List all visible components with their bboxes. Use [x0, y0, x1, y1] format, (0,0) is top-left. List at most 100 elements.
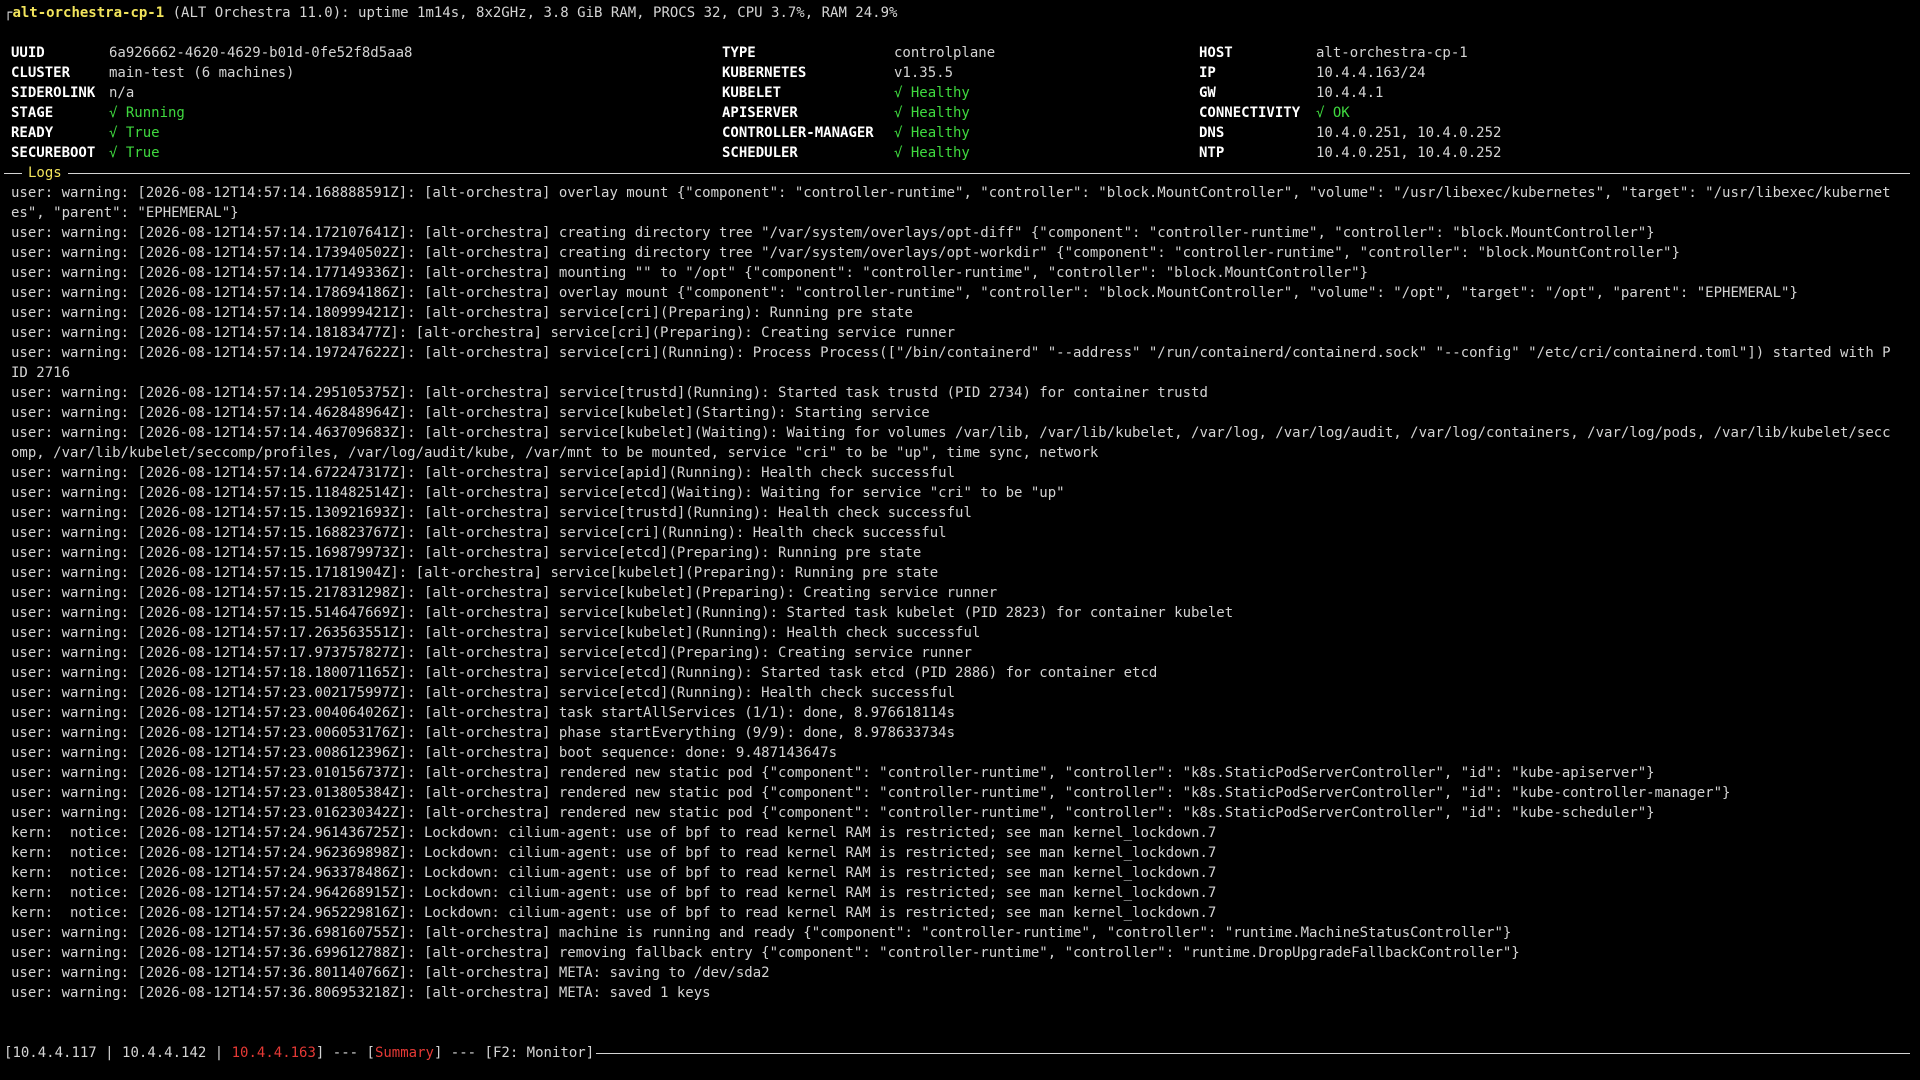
node-tab-10-4-4-117[interactable]: 10.4.4.117	[12, 1043, 96, 1063]
summary-row-uuid: UUID 6a926662-4620-4629-b01d-0fe52f8d5aa8	[11, 43, 412, 63]
summary-row-ntp: NTP 10.4.0.251, 10.4.0.252	[1199, 143, 1501, 163]
node-details: (ALT Orchestra 11.0): uptime 1m14s, 8x2G…	[164, 5, 898, 21]
log-line: user: warning: [2026-08-12T14:57:14.1688…	[11, 185, 1891, 221]
summary-label: STAGE	[11, 105, 54, 121]
summary-value: v1.35.5	[894, 65, 954, 81]
log-line: user: warning: [2026-08-12T14:57:14.1809…	[11, 305, 913, 321]
log-line: user: warning: [2026-08-12T14:57:23.0138…	[11, 785, 1731, 801]
footer-pipe: |	[206, 1045, 232, 1061]
footer-separator: --- [	[324, 1045, 375, 1061]
tab-monitor[interactable]: F2: Monitor	[493, 1043, 586, 1063]
summary-value: 6a926662-4620-4629-b01d-0fe52f8d5aa8	[109, 45, 413, 61]
log-line: user: warning: [2026-08-12T14:57:17.9737…	[11, 645, 972, 661]
log-line: kern: notice: [2026-08-12T14:57:24.96236…	[11, 845, 1217, 861]
log-line: user: warning: [2026-08-12T14:57:36.6981…	[11, 925, 1512, 941]
log-line: user: warning: [2026-08-12T14:57:36.8011…	[11, 965, 770, 981]
footer-bracket: ]	[315, 1045, 325, 1061]
summary-row-siderolink: SIDEROLINK n/a	[11, 83, 412, 103]
summary-column-kubernetes: TYPE controlplane KUBERNETES v1.35.5 KUBELET…	[722, 43, 995, 163]
footer-bracket: [	[4, 1045, 13, 1061]
summary-value: √ Healthy	[894, 125, 970, 141]
summary-value: 10.4.0.251, 10.4.0.252	[1316, 125, 1502, 141]
summary-row-secureboot: SECUREBOOT √ True	[11, 143, 412, 163]
summary-row-type: TYPE controlplane	[722, 43, 995, 63]
summary-value: √ True	[109, 125, 160, 141]
summary-column-machine: UUID 6a926662-4620-4629-b01d-0fe52f8d5aa8…	[11, 43, 412, 163]
summary-label: UUID	[11, 45, 45, 61]
summary-label: KUBELET	[722, 85, 782, 101]
summary-row-kubernetes: KUBERNETES v1.35.5	[722, 63, 995, 83]
log-line: user: warning: [2026-08-12T14:57:15.1309…	[11, 505, 972, 521]
log-line: user: warning: [2026-08-12T14:57:23.0086…	[11, 745, 838, 761]
log-line: user: warning: [2026-08-12T14:57:14.2951…	[11, 385, 1208, 401]
summary-row-controller-manager: CONTROLLER-MANAGER √ Healthy	[722, 123, 995, 143]
summary-row-cluster: CLUSTER main-test (6 machines)	[11, 63, 412, 83]
summary-label: IP	[1199, 65, 1216, 81]
summary-label: SIDEROLINK	[11, 85, 96, 101]
log-line: user: warning: [2026-08-12T14:57:23.0162…	[11, 805, 1655, 821]
title-bar: ┌alt-orchestra-cp-1 (ALT Orchestra 11.0)…	[4, 3, 897, 23]
summary-row-scheduler: SCHEDULER √ Healthy	[722, 143, 995, 163]
log-line: user: warning: [2026-08-12T14:57:23.0101…	[11, 765, 1655, 781]
summary-label: HOST	[1199, 45, 1233, 61]
log-line: user: warning: [2026-08-12T14:57:15.2178…	[11, 585, 998, 601]
summary-value: alt-orchestra-cp-1	[1316, 45, 1468, 61]
summary-row-host: HOST alt-orchestra-cp-1	[1199, 43, 1501, 63]
log-line: user: warning: [2026-08-12T14:57:15.1698…	[11, 545, 922, 561]
log-line: user: warning: [2026-08-12T14:57:14.1771…	[11, 265, 1369, 281]
log-line: user: warning: [2026-08-12T14:57:18.1800…	[11, 665, 1158, 681]
log-line: user: warning: [2026-08-12T14:57:36.8069…	[11, 985, 711, 1001]
summary-value: √ Healthy	[894, 85, 970, 101]
log-line: kern: notice: [2026-08-12T14:57:24.96522…	[11, 905, 1217, 921]
log-line: user: warning: [2026-08-12T14:57:15.1718…	[11, 565, 939, 581]
summary-label: NTP	[1199, 145, 1225, 161]
log-line: user: warning: [2026-08-12T14:57:15.1688…	[11, 525, 947, 541]
summary-label: SCHEDULER	[722, 145, 798, 161]
summary-value: 10.4.4.163/24	[1316, 65, 1426, 81]
summary-value: √ True	[109, 145, 160, 161]
node-tab-10-4-4-163-active[interactable]: 10.4.4.163	[232, 1043, 316, 1063]
summary-label: READY	[11, 125, 54, 141]
log-line: kern: notice: [2026-08-12T14:57:24.96426…	[11, 885, 1217, 901]
summary-label: CONTROLLER-MANAGER	[722, 125, 874, 141]
log-line: user: warning: [2026-08-12T14:57:14.1818…	[11, 325, 956, 341]
log-line: user: warning: [2026-08-12T14:57:14.4637…	[11, 425, 1891, 461]
summary-row-kubelet: KUBELET √ Healthy	[722, 83, 995, 103]
footer-rule	[596, 1052, 1910, 1054]
log-line: user: warning: [2026-08-12T14:57:14.1972…	[11, 345, 1891, 381]
summary-row-ready: READY √ True	[11, 123, 412, 143]
log-line: user: warning: [2026-08-12T14:57:15.1184…	[11, 485, 1065, 501]
log-line: user: warning: [2026-08-12T14:57:15.5146…	[11, 605, 1234, 621]
summary-value: 10.4.4.1	[1316, 85, 1384, 101]
logs-title: Logs	[22, 163, 68, 183]
log-line: user: warning: [2026-08-12T14:57:23.0060…	[11, 725, 956, 741]
summary-label: APISERVER	[722, 105, 798, 121]
summary-row-ip: IP 10.4.4.163/24	[1199, 63, 1501, 83]
summary-label: TYPE	[722, 45, 756, 61]
summary-row-dns: DNS 10.4.0.251, 10.4.0.252	[1199, 123, 1501, 143]
summary-label: GW	[1199, 85, 1216, 101]
summary-value: √ OK	[1316, 105, 1350, 121]
summary-panel: UUID 6a926662-4620-4629-b01d-0fe52f8d5aa8…	[0, 43, 1920, 163]
node-tab-10-4-4-142[interactable]: 10.4.4.142	[122, 1043, 206, 1063]
tab-summary[interactable]: Summary	[375, 1043, 434, 1063]
log-line: kern: notice: [2026-08-12T14:57:24.96143…	[11, 825, 1217, 841]
summary-label: CLUSTER	[11, 65, 71, 81]
log-line: user: warning: [2026-08-12T14:57:14.1786…	[11, 285, 1798, 301]
summary-label: KUBERNETES	[722, 65, 807, 81]
footer-bracket: ]	[585, 1045, 595, 1061]
logs-view[interactable]: user: warning: [2026-08-12T14:57:14.1688…	[11, 183, 1891, 1023]
summary-row-apiserver: APISERVER √ Healthy	[722, 103, 995, 123]
summary-row-stage: STAGE √ Running	[11, 103, 412, 123]
summary-row-gw: GW 10.4.4.1	[1199, 83, 1501, 103]
log-line: user: warning: [2026-08-12T14:57:23.0021…	[11, 685, 956, 701]
summary-value: √ Healthy	[894, 105, 970, 121]
summary-label: CONNECTIVITY	[1199, 105, 1301, 121]
logs-divider	[4, 173, 1910, 174]
footer-separator: ] --- [	[433, 1045, 493, 1061]
summary-label: DNS	[1199, 125, 1225, 141]
log-line: user: warning: [2026-08-12T14:57:23.0040…	[11, 705, 956, 721]
summary-label: SECUREBOOT	[11, 145, 96, 161]
summary-row-connectivity: CONNECTIVITY √ OK	[1199, 103, 1501, 123]
footer-pipe: |	[96, 1045, 123, 1061]
